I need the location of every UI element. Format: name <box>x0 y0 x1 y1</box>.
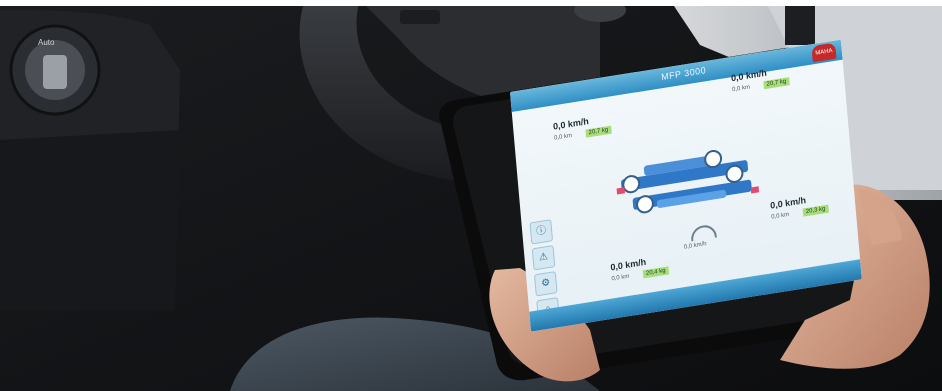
weight-badge: 20,7 kg <box>585 125 612 138</box>
wheel-panel-rear-left: 0,0 km/h 0,0 km 20,4 kg <box>610 252 682 293</box>
gauge-speed-readout: 0,0 km/h <box>683 241 707 251</box>
distance-readout: 0,0 km <box>553 132 573 142</box>
brand-logo: MAHA <box>811 42 837 63</box>
info-icon[interactable]: ⓘ <box>529 219 554 245</box>
distance-readout: 0,0 km <box>771 211 790 221</box>
speed-readout: 0,0 km/h <box>769 195 807 211</box>
weight-badge: 20,3 kg <box>802 204 829 217</box>
wheel-panel-rear-right: 0,0 km/h 0,0 km 20,3 kg <box>770 190 842 231</box>
warning-icon[interactable]: ⚠ <box>531 245 556 271</box>
distance-readout: 0,0 km <box>611 273 630 283</box>
photo-top-border <box>0 0 942 6</box>
speed-readout: 0,0 km/h <box>610 256 647 273</box>
vehicle-lift-diagram <box>616 149 760 214</box>
weight-badge: 20,7 kg <box>763 77 790 90</box>
distance-readout: 0,0 km <box>731 84 751 94</box>
speed-readout: 0,0 km/h <box>552 116 590 132</box>
speed-gauge-icon <box>690 223 717 242</box>
weight-badge: 20,4 kg <box>642 266 669 279</box>
settings-icon[interactable]: ⚙ <box>533 271 558 297</box>
svg-text:Auto: Auto <box>38 38 55 47</box>
